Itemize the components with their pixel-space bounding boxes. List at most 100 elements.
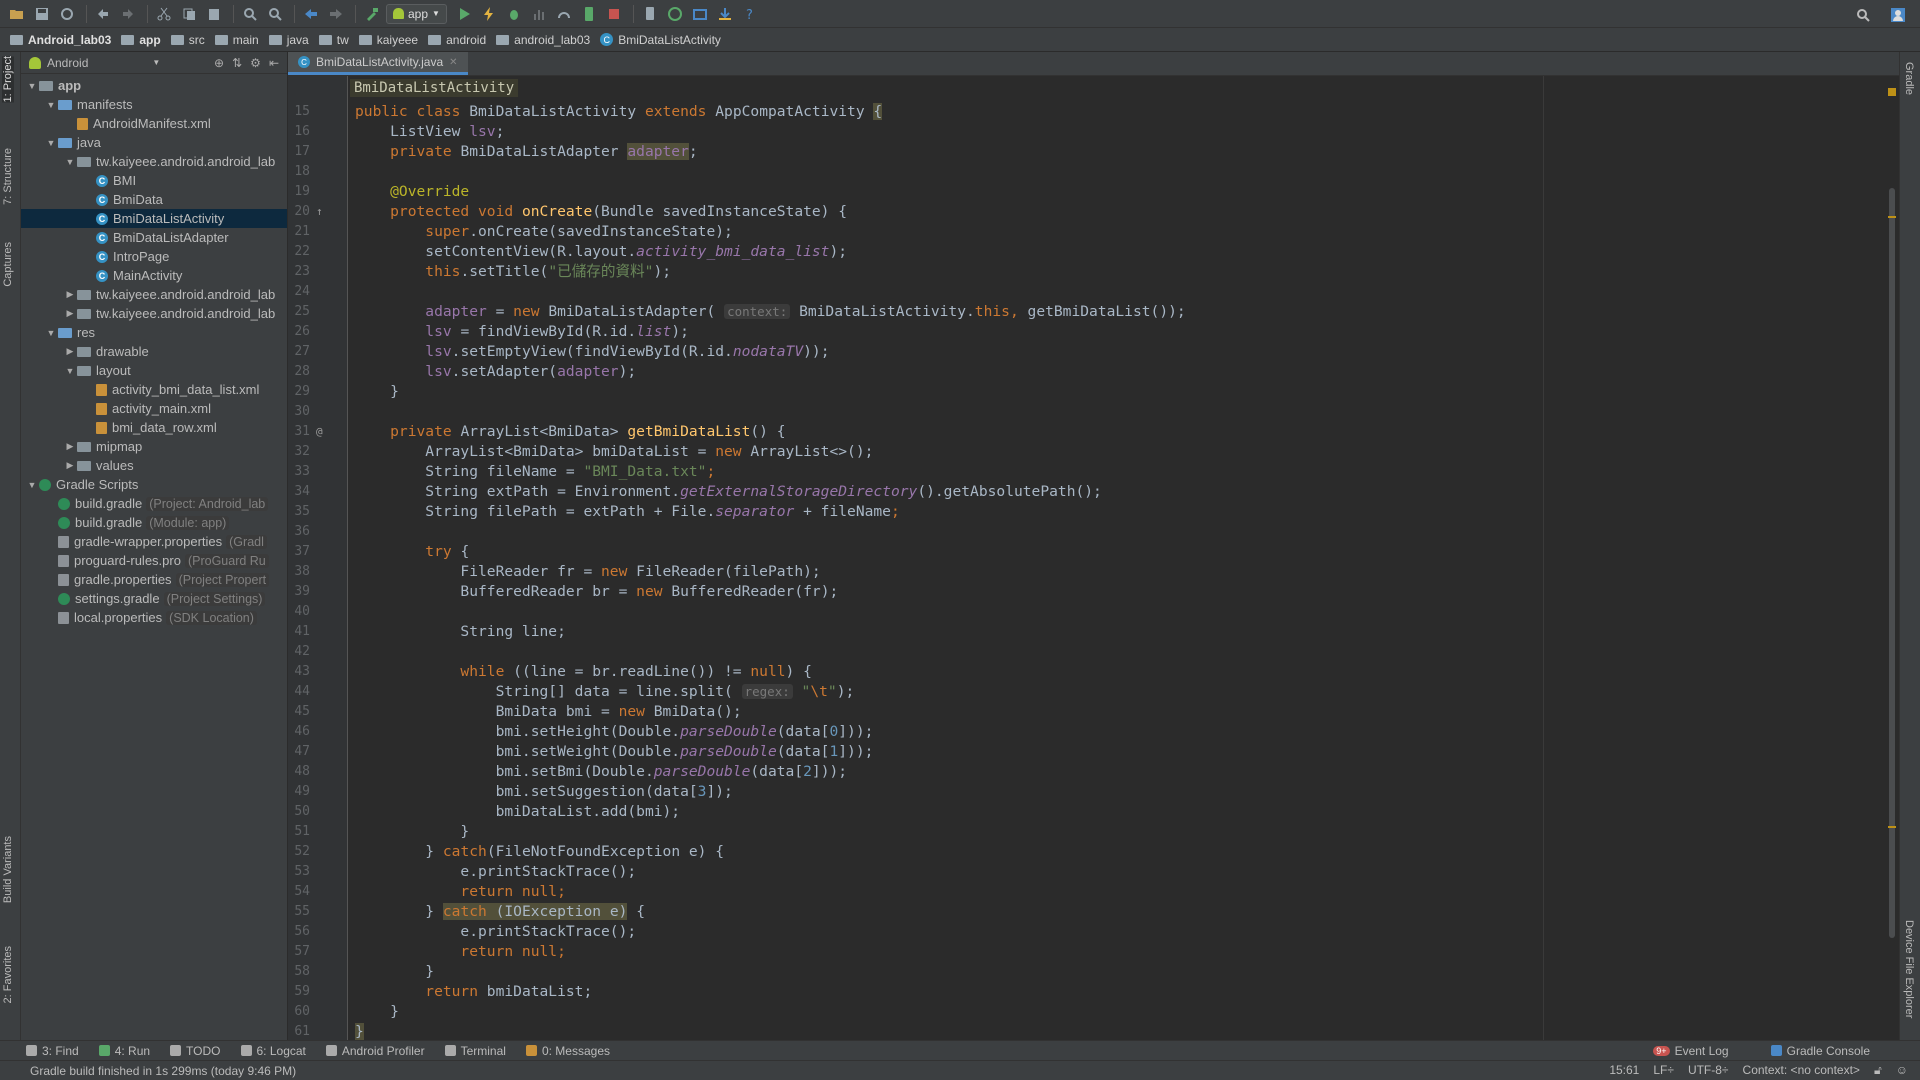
error-stripe[interactable] (1885, 76, 1899, 1040)
tree-item[interactable]: build.gradle (Project: Android_lab (21, 494, 287, 513)
tab-favorites[interactable]: 2: Favorites (2, 946, 14, 1003)
status-message[interactable]: Gradle build finished in 1s 299ms (today… (30, 1064, 296, 1078)
profile-icon[interactable] (528, 3, 550, 25)
tree-item[interactable]: AndroidManifest.xml (21, 114, 287, 133)
file-encoding[interactable]: UTF-8÷ (1688, 1063, 1729, 1078)
tree-item[interactable]: ▶ values (21, 456, 287, 475)
tab-gradle[interactable]: Gradle (1903, 62, 1915, 95)
tree-item[interactable]: ▼ res (21, 323, 287, 342)
override-marker-icon[interactable]: ↑ (316, 202, 323, 222)
tree-item[interactable]: C BMI (21, 171, 287, 190)
expanded-arrow-icon[interactable]: ▼ (63, 366, 77, 376)
tab-captures[interactable]: Captures (2, 242, 14, 287)
user-avatar-icon[interactable] (1887, 4, 1909, 26)
editor-tab-active[interactable]: C BmiDataListActivity.java ✕ (288, 52, 468, 75)
breadcrumb-sticky-header[interactable]: BmiDataListActivity (350, 79, 519, 97)
bottom-right-tool-tab[interactable]: Gradle Console (1770, 1044, 1870, 1058)
tree-item[interactable]: C BmiDataListAdapter (21, 228, 287, 247)
back-icon[interactable] (300, 3, 322, 25)
tree-item[interactable]: build.gradle (Module: app) (21, 513, 287, 532)
cut-icon[interactable] (153, 3, 175, 25)
chevron-down-icon[interactable]: ▼ (152, 58, 160, 67)
undo-icon[interactable] (92, 3, 114, 25)
attach-debugger-icon[interactable] (553, 3, 575, 25)
sync-gradle-icon[interactable] (664, 3, 686, 25)
line-separator[interactable]: LF÷ (1653, 1063, 1674, 1078)
breadcrumb-item[interactable]: android_lab03 (496, 33, 600, 47)
tree-item[interactable]: ▼ tw.kaiyeee.android.android_lab (21, 152, 287, 171)
open-folder-icon[interactable] (6, 3, 28, 25)
code-editor[interactable]: BmiDataListActivity 15 public class BmiDa… (288, 76, 1899, 1040)
caret-position[interactable]: 15:61 (1609, 1063, 1639, 1078)
breadcrumb-item[interactable]: Android_lab03 (10, 33, 121, 47)
settings-gear-icon[interactable]: ⚙ (250, 56, 261, 70)
search-everywhere-icon[interactable] (1852, 4, 1874, 26)
tree-item[interactable]: C BmiDataListActivity (21, 209, 287, 228)
tree-item[interactable]: ▼ Gradle Scripts (21, 475, 287, 494)
bottom-tool-tab[interactable]: TODO (170, 1044, 221, 1058)
breadcrumb-item[interactable]: C BmiDataListActivity (600, 33, 731, 47)
close-icon[interactable]: ✕ (449, 57, 457, 68)
stop-icon[interactable] (603, 3, 625, 25)
expanded-arrow-icon[interactable]: ▼ (44, 328, 58, 338)
collapsed-arrow-icon[interactable]: ▶ (63, 346, 77, 357)
forward-icon[interactable] (325, 3, 347, 25)
tree-item[interactable]: proguard-rules.pro (ProGuard Ru (21, 551, 287, 570)
breadcrumb-item[interactable]: kaiyeee (358, 33, 428, 47)
breadcrumb-item[interactable]: main (214, 33, 269, 47)
breadcrumb-item[interactable]: android (428, 33, 496, 47)
expanded-arrow-icon[interactable]: ▼ (63, 157, 77, 167)
expanded-arrow-icon[interactable]: ▼ (44, 138, 58, 148)
breadcrumb-item[interactable]: app (121, 33, 170, 47)
breadcrumb-item[interactable]: tw (318, 33, 359, 47)
tree-item[interactable]: ▶ tw.kaiyeee.android.android_lab (21, 304, 287, 323)
expanded-arrow-icon[interactable]: ▼ (25, 81, 39, 91)
bottom-tool-tab[interactable]: 3: Find (26, 1044, 79, 1058)
hector-icon[interactable]: ☺︎ (1896, 1063, 1908, 1078)
tree-item[interactable]: gradle-wrapper.properties (Gradl (21, 532, 287, 551)
tree-item[interactable]: C MainActivity (21, 266, 287, 285)
expanded-arrow-icon[interactable]: ▼ (25, 480, 39, 490)
collapsed-arrow-icon[interactable]: ▶ (63, 308, 77, 319)
tree-item[interactable]: ▼ manifests (21, 95, 287, 114)
copy-icon[interactable] (178, 3, 200, 25)
warning-marker[interactable] (1888, 826, 1896, 828)
tree-item[interactable]: activity_bmi_data_list.xml (21, 380, 287, 399)
collapsed-arrow-icon[interactable]: ▶ (63, 289, 77, 300)
warning-marker[interactable] (1888, 216, 1896, 218)
hide-panel-icon[interactable]: ⇤ (269, 56, 279, 70)
avd-manager-icon[interactable] (639, 3, 661, 25)
find-icon[interactable] (239, 3, 261, 25)
warning-marker-icon[interactable] (1888, 88, 1896, 96)
bottom-tool-tab[interactable]: Android Profiler (325, 1044, 425, 1058)
bottom-tool-tab[interactable]: 6: Logcat (240, 1044, 306, 1058)
make-project-icon[interactable] (361, 3, 383, 25)
redo-icon[interactable] (117, 3, 139, 25)
breadcrumb-item[interactable]: src (170, 33, 215, 47)
debug-icon[interactable] (503, 3, 525, 25)
bottom-tool-tab[interactable]: Terminal (444, 1044, 506, 1058)
tree-item[interactable]: ▼ layout (21, 361, 287, 380)
apply-changes-icon[interactable] (478, 3, 500, 25)
run-icon[interactable] (453, 3, 475, 25)
tab-structure[interactable]: 7: Structure (2, 148, 14, 205)
bottom-tool-tab[interactable]: 4: Run (98, 1044, 150, 1058)
collapsed-arrow-icon[interactable]: ▶ (63, 441, 77, 452)
expanded-arrow-icon[interactable]: ▼ (44, 100, 58, 110)
sync-icon[interactable] (56, 3, 78, 25)
bottom-right-tool-tab[interactable]: 9+ Event Log (1653, 1044, 1729, 1058)
collapsed-arrow-icon[interactable]: ▶ (63, 460, 77, 471)
run-config-select[interactable]: app ▼ (386, 3, 447, 24)
save-all-icon[interactable] (31, 3, 53, 25)
device-icon[interactable] (578, 3, 600, 25)
tab-project[interactable]: 1: Project (2, 56, 14, 103)
tree-item[interactable]: C BmiData (21, 190, 287, 209)
context-indicator[interactable]: Context: <no context> (1743, 1063, 1860, 1078)
collapse-all-icon[interactable]: ⇅ (232, 56, 242, 70)
tree-item[interactable]: activity_main.xml (21, 399, 287, 418)
tree-item[interactable]: C IntroPage (21, 247, 287, 266)
tree-item[interactable]: local.properties (SDK Location) (21, 608, 287, 627)
tree-item[interactable]: gradle.properties (Project Propert (21, 570, 287, 589)
sdk-manager-icon[interactable] (714, 3, 736, 25)
bottom-tool-tab[interactable]: 0: Messages (525, 1044, 610, 1058)
